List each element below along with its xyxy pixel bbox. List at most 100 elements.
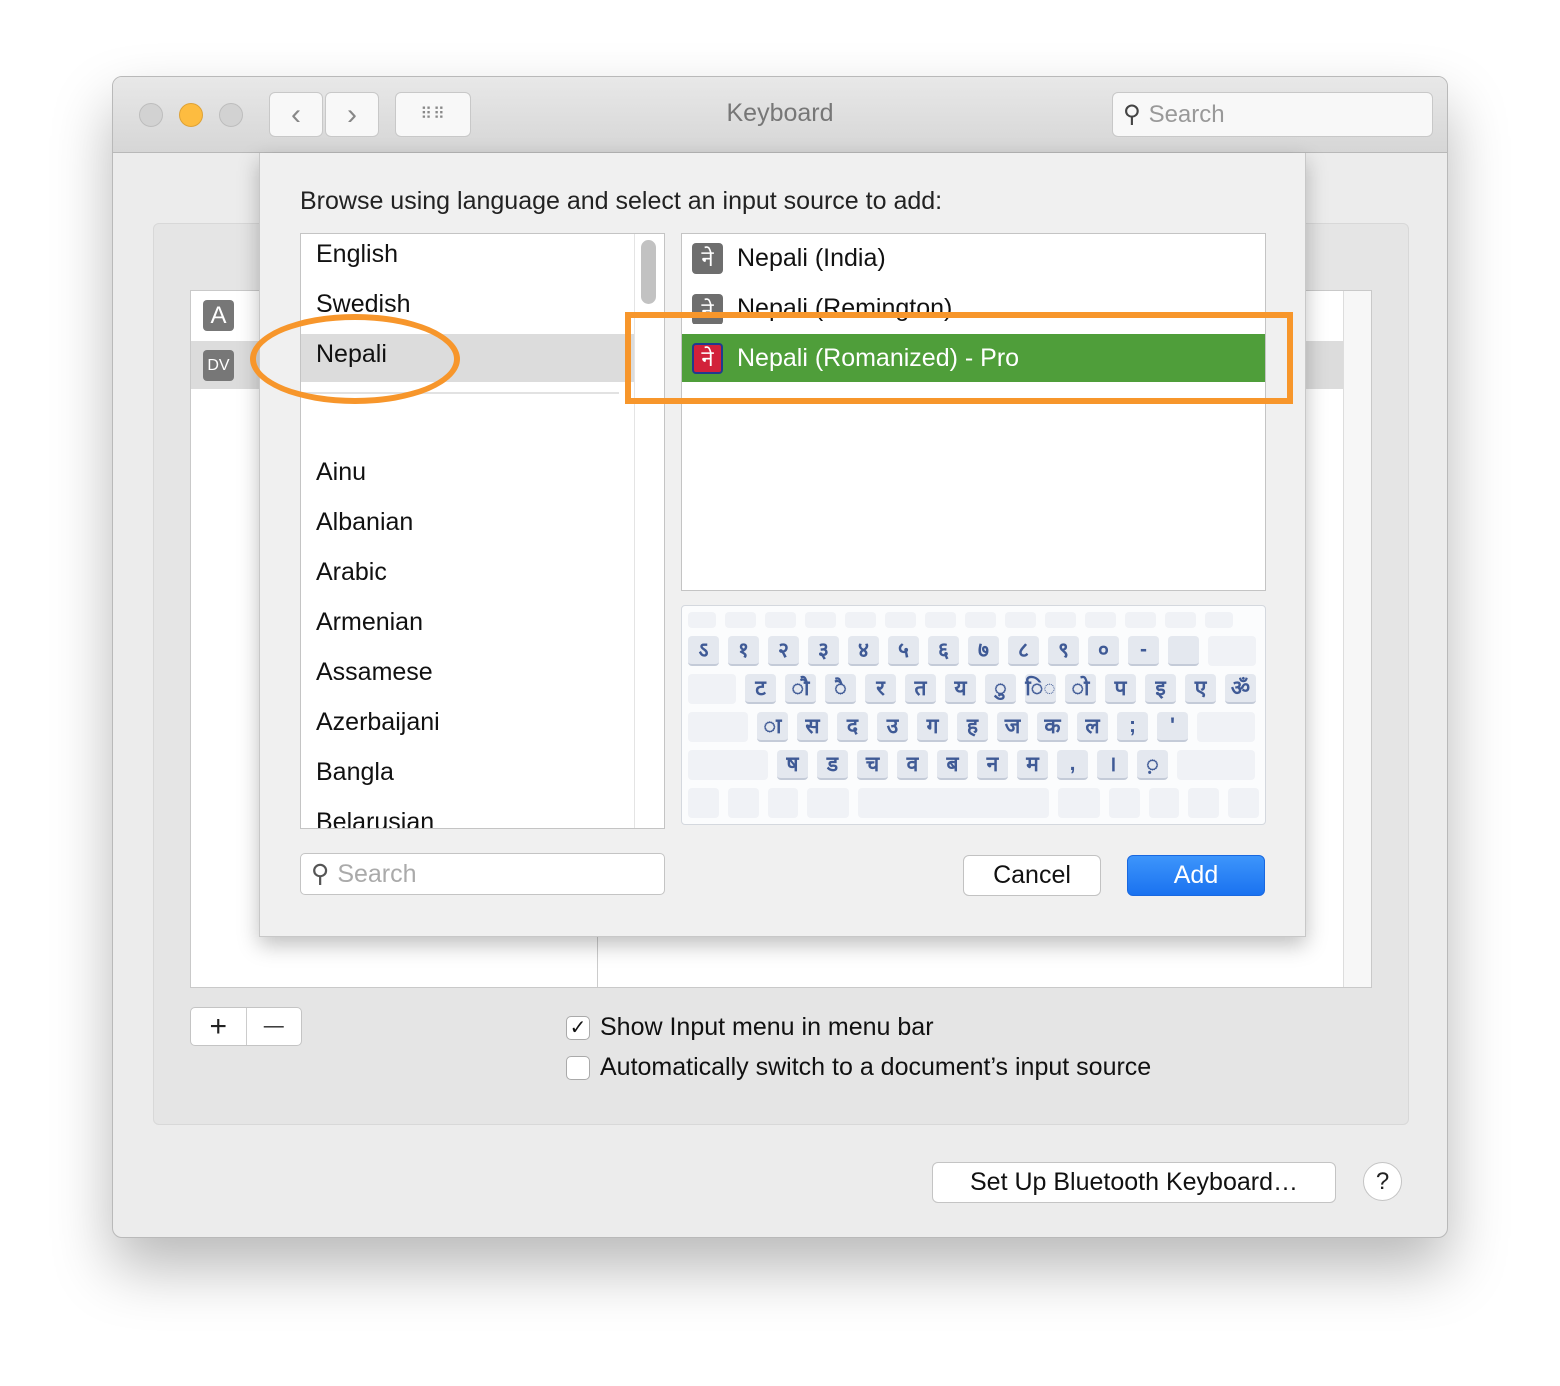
language-item[interactable]: Belarusian bbox=[316, 808, 434, 828]
keyboard-preferences-window: ‹ › ⠿⠿ Keyboard ⚲ Search A DV + — ✓ Show I… bbox=[112, 76, 1448, 1238]
keyboard-key-blank bbox=[688, 750, 768, 780]
checkbox-unchecked[interactable] bbox=[566, 1055, 590, 1080]
input-source-item[interactable]: ने Nepali (India) bbox=[682, 234, 1265, 282]
keyboard-key: ७ bbox=[968, 636, 999, 666]
keyboard-key: ॐ bbox=[1225, 674, 1256, 704]
keyboard-key-blank bbox=[1005, 612, 1036, 628]
source-icon-a: A bbox=[203, 300, 234, 331]
keyboard-key-blank bbox=[1058, 788, 1100, 818]
keyboard-key-blank bbox=[1125, 612, 1156, 628]
keyboard-key: उ bbox=[877, 712, 908, 742]
language-item[interactable]: Albanian bbox=[316, 508, 413, 537]
option-label: Automatically switch to a document’s inp… bbox=[600, 1053, 1152, 1081]
auto-switch-option[interactable]: Automatically switch to a document’s inp… bbox=[566, 1053, 1151, 1082]
keyboard-key-blank bbox=[925, 612, 956, 628]
keyboard-key-blank bbox=[688, 674, 736, 704]
keyboard-key: ज bbox=[997, 712, 1028, 742]
option-label: Show Input menu in menu bar bbox=[600, 1013, 934, 1041]
keyboard-key: च bbox=[857, 750, 888, 780]
keyboard-key: ६ bbox=[928, 636, 959, 666]
language-item[interactable]: Bangla bbox=[316, 758, 394, 787]
keyboard-key: ; bbox=[1117, 712, 1148, 742]
keyboard-key: ३ bbox=[808, 636, 839, 666]
checkbox-checked[interactable]: ✓ bbox=[566, 1015, 590, 1040]
add-input-source-sheet: Browse using language and select an inpu… bbox=[259, 153, 1306, 937]
scroll-track[interactable] bbox=[1343, 291, 1371, 987]
keyboard-key-blank bbox=[1165, 612, 1196, 628]
keyboard-key: - bbox=[1128, 636, 1159, 666]
keyboard-key: ◌़ bbox=[1137, 750, 1168, 780]
keyboard-key-blank bbox=[805, 612, 836, 628]
keyboard-key: ९ bbox=[1048, 636, 1079, 666]
keyboard-key-blank bbox=[767, 788, 799, 818]
keyboard-key: ह bbox=[957, 712, 988, 742]
keyboard-key: , bbox=[1057, 750, 1088, 780]
keyboard-key: ' bbox=[1157, 712, 1188, 742]
keyboard-key-blank bbox=[688, 712, 748, 742]
toolbar-search-input[interactable]: ⚲ Search bbox=[1112, 92, 1433, 137]
language-item[interactable]: Ainu bbox=[316, 458, 366, 487]
keyboard-row: ष ड च व ब न म, । ◌़ bbox=[688, 750, 1259, 780]
help-button[interactable]: ? bbox=[1363, 1162, 1402, 1201]
keyboard-key-blank bbox=[1228, 788, 1260, 818]
keyboard-key bbox=[1168, 636, 1199, 666]
language-item[interactable]: Azerbaijani bbox=[316, 708, 440, 737]
keyboard-row: ◌ा स द उ ग ह ज क ल; ' bbox=[688, 712, 1259, 742]
language-search-input[interactable]: ⚲ Search bbox=[300, 853, 665, 895]
add-button[interactable]: Add bbox=[1127, 855, 1265, 896]
keyboard-key: ◌ा bbox=[757, 712, 788, 742]
keyboard-key: इ bbox=[1145, 674, 1176, 704]
keyboard-key-blank bbox=[885, 612, 916, 628]
keyboard-key: ◌ै bbox=[825, 674, 856, 704]
input-source-options[interactable]: ने Nepali (India) ने Nepali (Remington) ने… bbox=[681, 233, 1266, 591]
keyboard-key-blank bbox=[1177, 750, 1255, 780]
language-item[interactable]: Armenian bbox=[316, 608, 423, 637]
cancel-button[interactable]: Cancel bbox=[963, 855, 1101, 896]
keyboard-key: त bbox=[905, 674, 936, 704]
keyboard-key: ब bbox=[937, 750, 968, 780]
keyboard-key-blank bbox=[1085, 612, 1116, 628]
search-placeholder: Search bbox=[1148, 100, 1225, 128]
highlight-rectangle-annotation bbox=[625, 312, 1293, 404]
bluetooth-keyboard-button[interactable]: Set Up Bluetooth Keyboard… bbox=[932, 1162, 1336, 1203]
sheet-prompt: Browse using language and select an inpu… bbox=[300, 187, 943, 215]
add-source-button[interactable]: + bbox=[191, 1008, 247, 1045]
keyboard-key: म bbox=[1017, 750, 1048, 780]
show-input-menu-option[interactable]: ✓ Show Input menu in menu bar bbox=[566, 1013, 934, 1042]
keyboard-key: १ bbox=[728, 636, 759, 666]
keyboard-key-blank bbox=[1205, 612, 1233, 628]
keyboard-key: ि◌ bbox=[1025, 674, 1056, 704]
language-scrollbar[interactable] bbox=[641, 240, 656, 304]
keyboard-key: ◌ौ bbox=[785, 674, 816, 704]
keyboard-key-blank bbox=[1188, 788, 1220, 818]
keyboard-key: ८ bbox=[1008, 636, 1039, 666]
keyboard-key: क bbox=[1037, 712, 1068, 742]
keyboard-key: २ bbox=[768, 636, 799, 666]
keyboard-key: ट bbox=[745, 674, 776, 704]
devanagari-source-icon: ने bbox=[692, 242, 723, 274]
language-item[interactable]: Assamese bbox=[316, 658, 433, 687]
keyboard-key-blank bbox=[688, 788, 719, 818]
keyboard-key-blank bbox=[845, 612, 876, 628]
keyboard-key: ० bbox=[1088, 636, 1119, 666]
remove-source-button[interactable]: — bbox=[247, 1008, 302, 1045]
keyboard-key: ५ bbox=[888, 636, 919, 666]
keyboard-row: ऽ१२३४५६७८९०- bbox=[688, 636, 1259, 666]
title-bar: ‹ › ⠿⠿ Keyboard ⚲ Search bbox=[113, 77, 1447, 153]
keyboard-preview: ऽ १ २ ३ ४ ५ ६ ७ ८ ९ ०- ट ◌ौ ◌ै र त य ◌ुि◌ ◌ो प इ ए ॐ ◌ा स द उ ग ह ज क ल… bbox=[681, 605, 1266, 825]
language-item[interactable]: Arabic bbox=[316, 558, 387, 587]
keyboard-key: ड bbox=[817, 750, 848, 780]
keyboard-key-blank bbox=[688, 612, 716, 628]
keyboard-key: ◌ु bbox=[985, 674, 1016, 704]
keyboard-key-blank bbox=[1208, 636, 1256, 666]
keyboard-key-blank bbox=[765, 612, 796, 628]
language-item[interactable]: English bbox=[316, 240, 398, 269]
keyboard-key: ल bbox=[1077, 712, 1108, 742]
keyboard-key: न bbox=[977, 750, 1008, 780]
keyboard-key: प bbox=[1105, 674, 1136, 704]
keyboard-key: य bbox=[945, 674, 976, 704]
keyboard-key-blank bbox=[727, 788, 759, 818]
keyboard-key: ◌ो bbox=[1065, 674, 1096, 704]
keyboard-key: ग bbox=[917, 712, 948, 742]
search-icon: ⚲ bbox=[1123, 101, 1141, 128]
